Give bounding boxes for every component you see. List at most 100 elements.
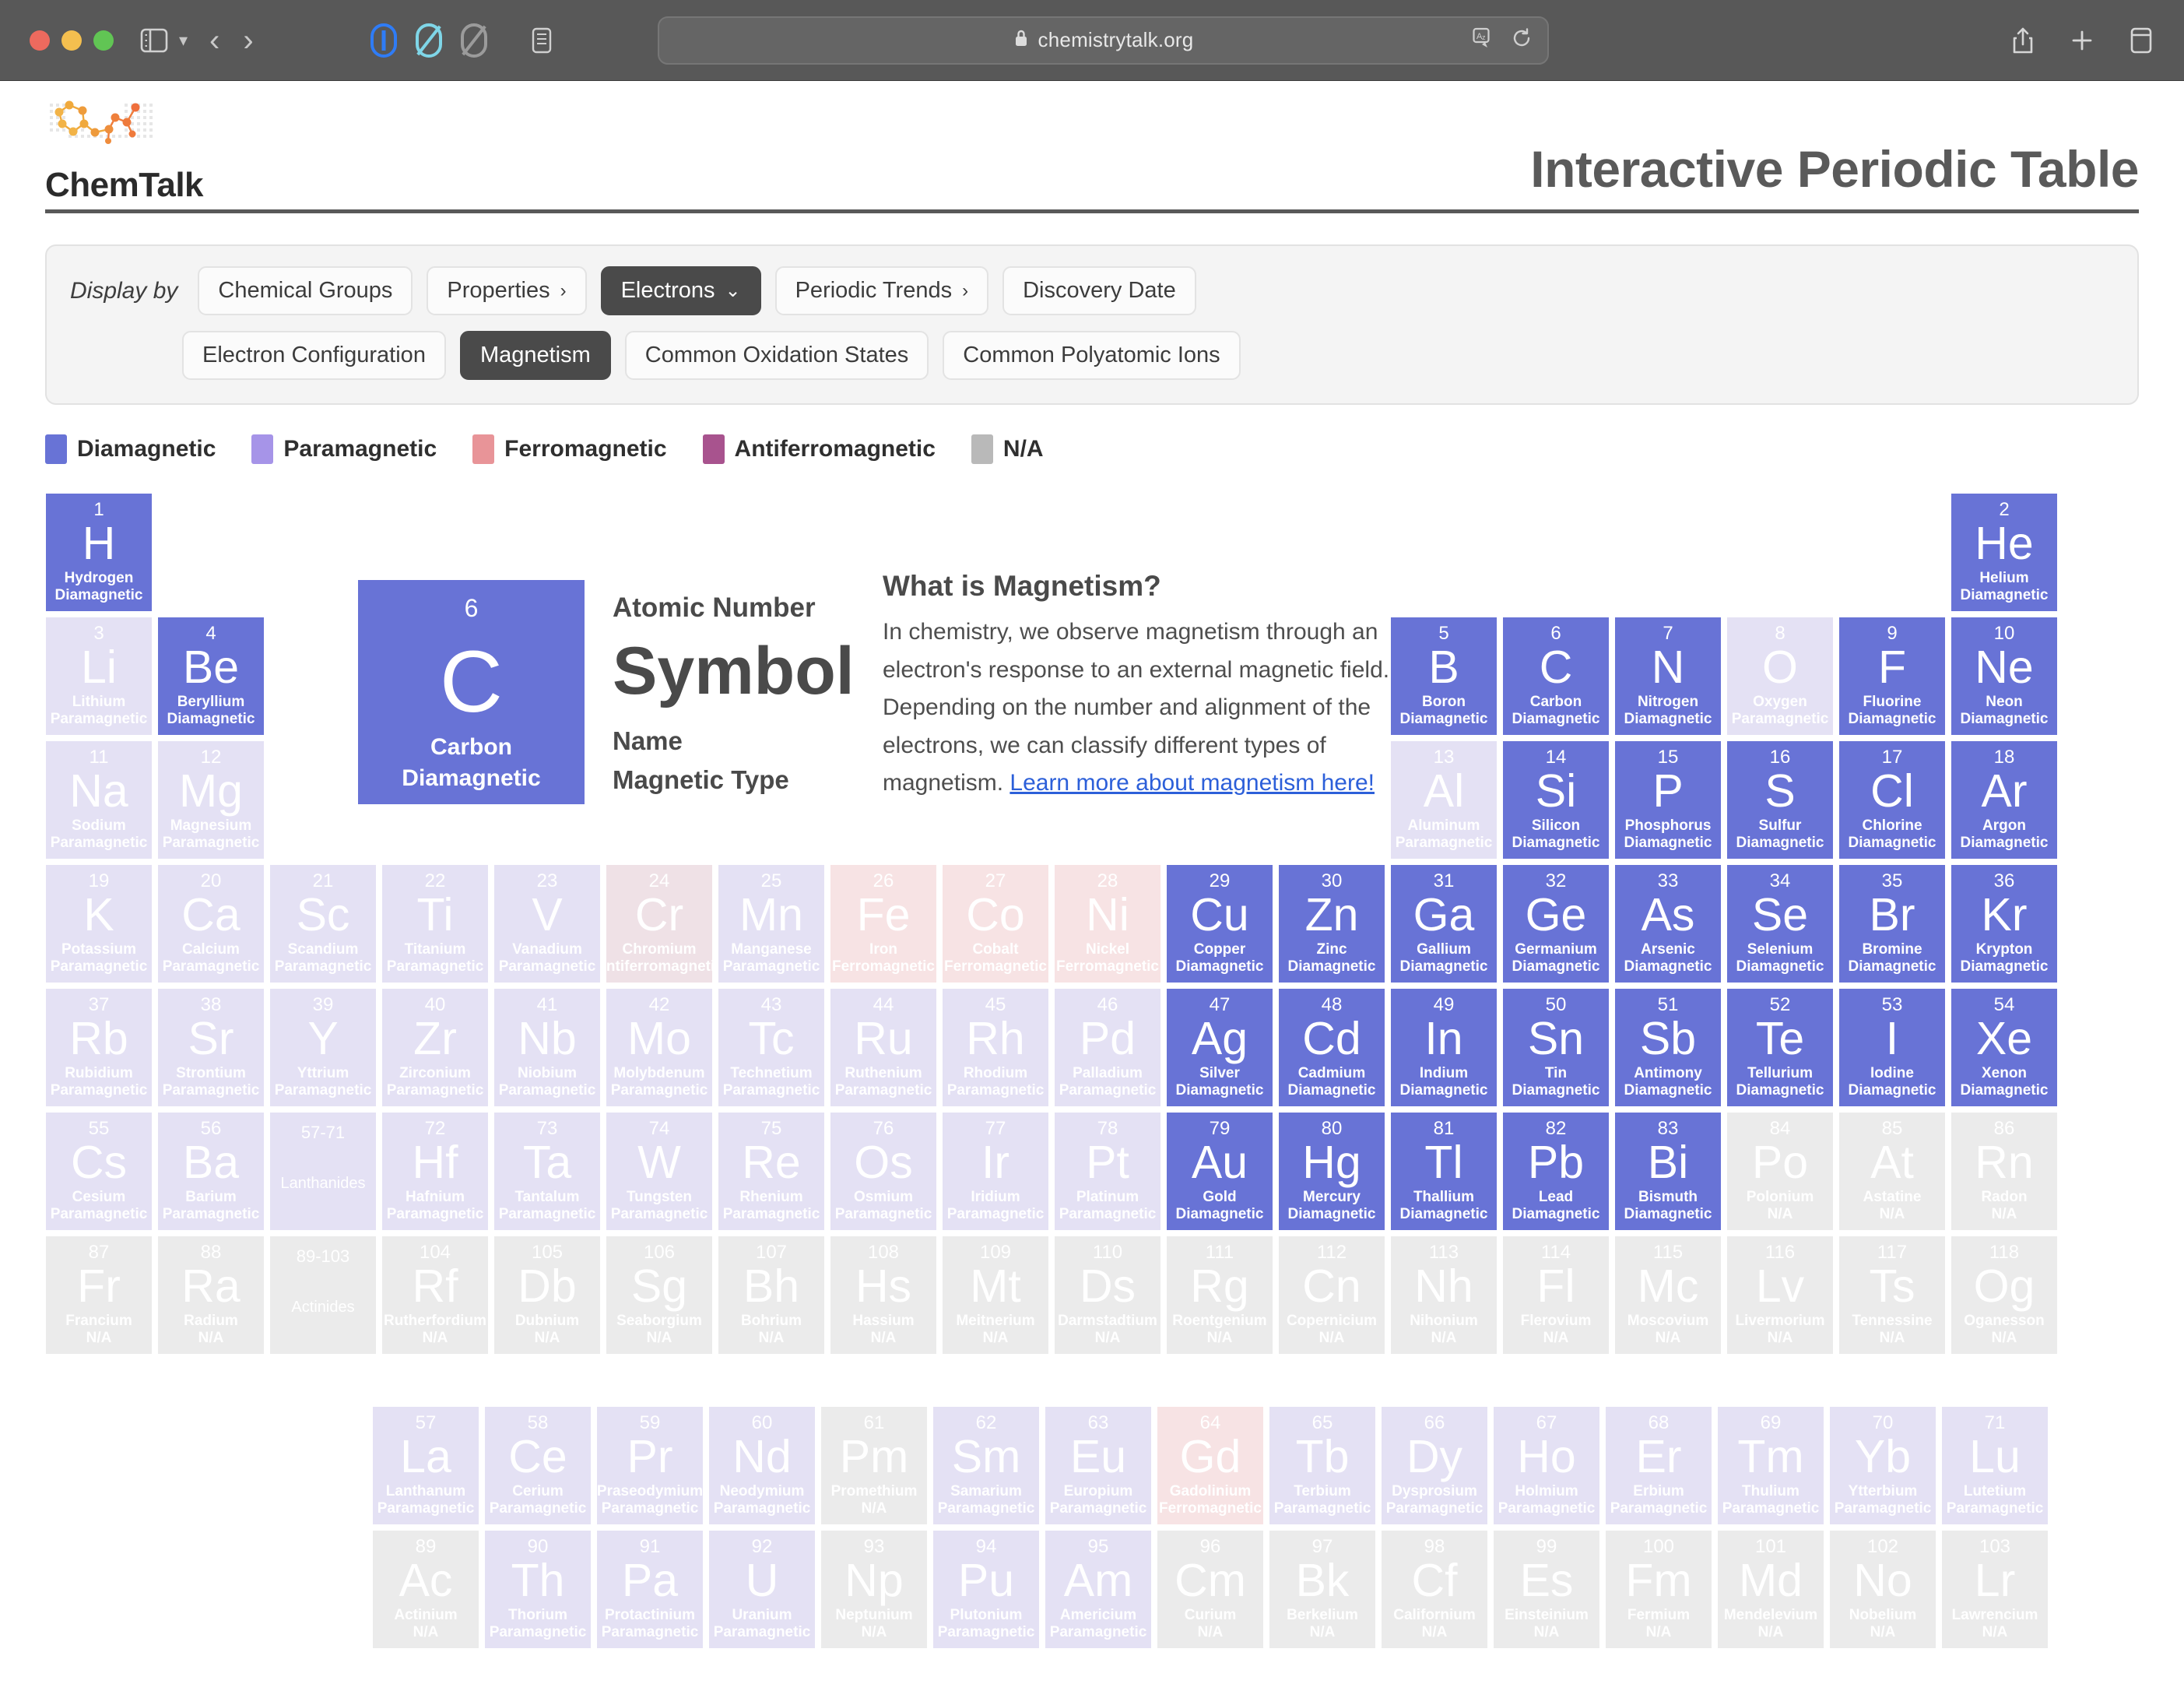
filter-properties-button[interactable]: Properties › (427, 266, 587, 315)
element-cell-se[interactable]: 34 Se Selenium Diamagnetic (1726, 863, 1835, 984)
element-cell-gd[interactable]: 64 Gd Gadolinium Ferromagnetic (1156, 1405, 1265, 1526)
close-window-button[interactable] (30, 30, 50, 51)
element-cell-ge[interactable]: 32 Ge Germanium Diamagnetic (1501, 863, 1610, 984)
element-cell-tb[interactable]: 65 Tb Terbium Paramagnetic (1268, 1405, 1377, 1526)
element-cell-sr[interactable]: 38 Sr Strontium Paramagnetic (156, 987, 265, 1108)
element-cell-s[interactable]: 16 S Sulfur Diamagnetic (1726, 740, 1835, 860)
filter-periodic-trends-button[interactable]: Periodic Trends › (774, 266, 989, 315)
element-cell-ru[interactable]: 44 Ru Ruthenium Paramagnetic (829, 987, 938, 1108)
element-cell-ra[interactable]: 88 Ra Radium N/A (156, 1235, 265, 1355)
element-cell-he[interactable]: 2 He Helium Diamagnetic (1950, 492, 2059, 613)
element-cell-na[interactable]: 11 Na Sodium Paramagnetic (44, 740, 153, 860)
element-cell-c[interactable]: 6 C Carbon Diamagnetic (1501, 616, 1610, 736)
element-cell-bk[interactable]: 97 Bk Berkelium N/A (1268, 1529, 1377, 1650)
element-cell-rn[interactable]: 86 Rn Radon N/A (1950, 1111, 2059, 1232)
element-cell-sn[interactable]: 50 Sn Tin Diamagnetic (1501, 987, 1610, 1108)
element-cell-cf[interactable]: 98 Cf Californium N/A (1380, 1529, 1489, 1650)
element-cell-md[interactable]: 101 Md Mendelevium N/A (1716, 1529, 1825, 1650)
element-cell-pd[interactable]: 46 Pd Palladium Paramagnetic (1053, 987, 1162, 1108)
element-cell-b[interactable]: 5 B Boron Diamagnetic (1389, 616, 1498, 736)
element-cell-xe[interactable]: 54 Xe Xenon Diamagnetic (1950, 987, 2059, 1108)
element-cell-rh[interactable]: 45 Rh Rhodium Paramagnetic (941, 987, 1050, 1108)
element-cell-k[interactable]: 19 K Potassium Paramagnetic (44, 863, 153, 984)
element-cell-pa[interactable]: 91 Pa Protactinium Paramagnetic (595, 1529, 704, 1650)
element-cell-co[interactable]: 27 Co Cobalt Ferromagnetic (941, 863, 1050, 984)
maximize-window-button[interactable] (93, 30, 114, 51)
element-cell-rf[interactable]: 104 Rf Rutherfordium N/A (381, 1235, 490, 1355)
sidebar-icon[interactable] (140, 28, 168, 53)
element-cell-sg[interactable]: 106 Sg Seaborgium N/A (605, 1235, 714, 1355)
element-cell-ca[interactable]: 20 Ca Calcium Paramagnetic (156, 863, 265, 984)
element-cell-mc[interactable]: 115 Mc Moscovium N/A (1613, 1235, 1722, 1355)
element-cell-lu[interactable]: 71 Lu Lutetium Paramagnetic (1940, 1405, 2049, 1526)
share-icon[interactable] (2011, 26, 2035, 54)
element-cell-ni[interactable]: 28 Ni Nickel Ferromagnetic (1053, 863, 1162, 984)
tab-pill-active[interactable] (370, 23, 397, 58)
element-cell-tm[interactable]: 69 Tm Thulium Paramagnetic (1716, 1405, 1825, 1526)
element-cell-nb[interactable]: 41 Nb Niobium Paramagnetic (493, 987, 602, 1108)
element-cell-es[interactable]: 99 Es Einsteinium N/A (1492, 1529, 1601, 1650)
tab-pill-second[interactable] (415, 23, 442, 58)
element-cell-po[interactable]: 84 Po Polonium N/A (1726, 1111, 1835, 1232)
element-cell-h[interactable]: 1 H Hydrogen Diamagnetic (44, 492, 153, 613)
element-cell-ir[interactable]: 77 Ir Iridium Paramagnetic (941, 1111, 1050, 1232)
site-logo[interactable]: ChemTalk (45, 97, 204, 205)
element-cell-mg[interactable]: 12 Mg Magnesium Paramagnetic (156, 740, 265, 860)
element-cell-tl[interactable]: 81 Tl Thallium Diamagnetic (1389, 1111, 1498, 1232)
element-cell-zr[interactable]: 40 Zr Zirconium Paramagnetic (381, 987, 490, 1108)
element-cell-sm[interactable]: 62 Sm Samarium Paramagnetic (932, 1405, 1041, 1526)
element-cell-cs[interactable]: 55 Cs Cesium Paramagnetic (44, 1111, 153, 1232)
element-cell-eu[interactable]: 63 Eu Europium Paramagnetic (1044, 1405, 1153, 1526)
element-cell-bh[interactable]: 107 Bh Bohrium N/A (717, 1235, 826, 1355)
element-cell-lv[interactable]: 116 Lv Livermorium N/A (1726, 1235, 1835, 1355)
element-cell-nd[interactable]: 60 Nd Neodymium Paramagnetic (708, 1405, 816, 1526)
element-cell-i[interactable]: 53 I Iodine Diamagnetic (1838, 987, 1947, 1108)
element-cell-rb[interactable]: 37 Rb Rubidium Paramagnetic (44, 987, 153, 1108)
reload-icon[interactable] (1512, 28, 1532, 52)
element-cell-np[interactable]: 93 Np Neptunium N/A (820, 1529, 929, 1650)
element-cell-ag[interactable]: 47 Ag Silver Diamagnetic (1165, 987, 1274, 1108)
element-cell-cu[interactable]: 29 Cu Copper Diamagnetic (1165, 863, 1274, 984)
element-cell-si[interactable]: 14 Si Silicon Diamagnetic (1501, 740, 1610, 860)
element-cell-cd[interactable]: 48 Cd Cadmium Diamagnetic (1277, 987, 1386, 1108)
element-cell-au[interactable]: 79 Au Gold Diamagnetic (1165, 1111, 1274, 1232)
element-cell-yb[interactable]: 70 Yb Ytterbium Paramagnetic (1828, 1405, 1937, 1526)
element-cell-sb[interactable]: 51 Sb Antimony Diamagnetic (1613, 987, 1722, 1108)
element-cell-ts[interactable]: 117 Ts Tennessine N/A (1838, 1235, 1947, 1355)
element-cell-lr[interactable]: 103 Lr Lawrencium N/A (1940, 1529, 2049, 1650)
element-cell-be[interactable]: 4 Be Beryllium Diamagnetic (156, 616, 265, 736)
element-cell-y[interactable]: 39 Y Yttrium Paramagnetic (269, 987, 377, 1108)
element-cell-ar[interactable]: 18 Ar Argon Diamagnetic (1950, 740, 2059, 860)
element-cell-no[interactable]: 102 No Nobelium N/A (1828, 1529, 1937, 1650)
element-cell-re[interactable]: 75 Re Rhenium Paramagnetic (717, 1111, 826, 1232)
element-cell-hf[interactable]: 72 Hf Hafnium Paramagnetic (381, 1111, 490, 1232)
element-cell-pm[interactable]: 61 Pm Promethium N/A (820, 1405, 929, 1526)
element-cell-n[interactable]: 7 N Nitrogen Diamagnetic (1613, 616, 1722, 736)
element-cell-sc[interactable]: 21 Sc Scandium Paramagnetic (269, 863, 377, 984)
element-cell-tc[interactable]: 43 Tc Technetium Paramagnetic (717, 987, 826, 1108)
element-cell-rg[interactable]: 111 Rg Roentgenium N/A (1165, 1235, 1274, 1355)
back-chevron-icon[interactable]: ‹ (209, 25, 219, 56)
filter-discovery-date-button[interactable]: Discovery Date (1002, 266, 1196, 315)
filter-common-polyatomic-ions-button[interactable]: Common Polyatomic Ions (943, 331, 1241, 380)
forward-chevron-icon[interactable]: › (243, 25, 253, 56)
element-cell-ba[interactable]: 56 Ba Barium Paramagnetic (156, 1111, 265, 1232)
element-cell-ga[interactable]: 31 Ga Gallium Diamagnetic (1389, 863, 1498, 984)
filter-electrons-button[interactable]: Electrons ⌄ (600, 266, 761, 315)
element-cell-cl[interactable]: 17 Cl Chlorine Diamagnetic (1838, 740, 1947, 860)
element-cell-pt[interactable]: 78 Pt Platinum Paramagnetic (1053, 1111, 1162, 1232)
element-cell-ce[interactable]: 58 Ce Cerium Paramagnetic (483, 1405, 592, 1526)
element-cell-am[interactable]: 95 Am Americium Paramagnetic (1044, 1529, 1153, 1650)
element-cell-cr[interactable]: 24CrChromiumAntiferromagnetic (605, 863, 714, 984)
element-cell-ds[interactable]: 110 Ds Darmstadtium N/A (1053, 1235, 1162, 1355)
element-cell-al[interactable]: 13 Al Aluminum Paramagnetic (1389, 740, 1498, 860)
element-cell-mo[interactable]: 42 Mo Molybdenum Paramagnetic (605, 987, 714, 1108)
show-tabs-icon[interactable] (2130, 27, 2153, 54)
element-cell-og[interactable]: 118 Og Oganesson N/A (1950, 1235, 2059, 1355)
element-cell-fl[interactable]: 114 Fl Flerovium N/A (1501, 1235, 1610, 1355)
element-cell-p[interactable]: 15 P Phosphorus Diamagnetic (1613, 740, 1722, 860)
tab-pill-third[interactable] (460, 23, 487, 58)
element-cell-cm[interactable]: 96 Cm Curium N/A (1156, 1529, 1265, 1650)
element-cell-er[interactable]: 68 Er Erbium Paramagnetic (1604, 1405, 1713, 1526)
address-bar[interactable]: chemistrytalk.org Az (658, 16, 1549, 65)
